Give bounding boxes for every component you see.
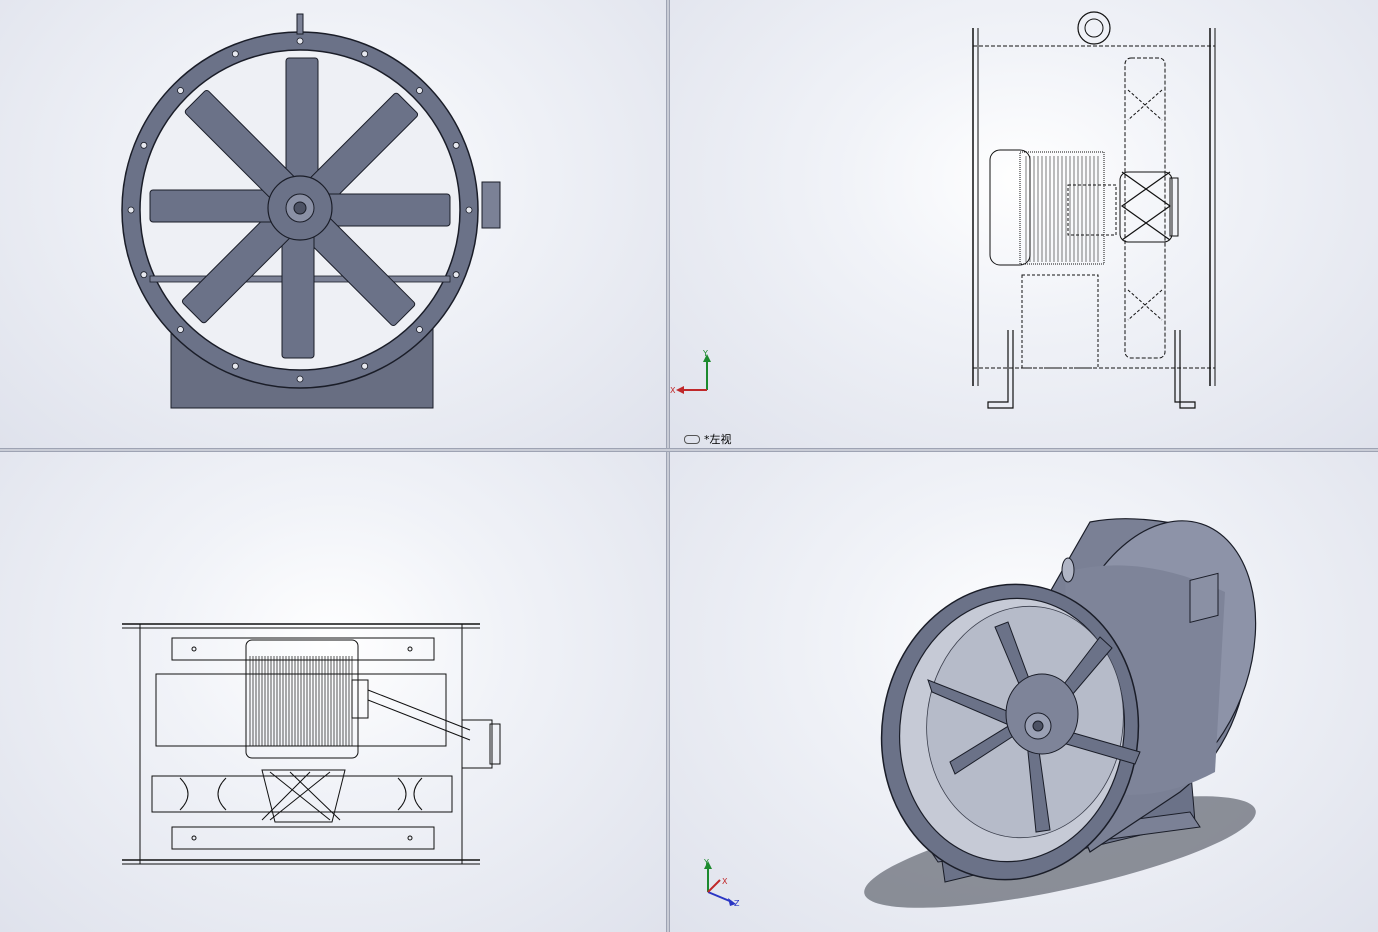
motor-body — [245, 639, 359, 759]
svg-text:X: X — [722, 877, 728, 886]
left-viewport[interactable]: Y X *左视 — [670, 0, 1378, 448]
bolt-hole — [231, 362, 239, 370]
motor-mount — [1021, 274, 1099, 369]
left-view-drawing: Y X — [670, 11, 1216, 409]
top-viewport[interactable] — [0, 452, 666, 932]
lifting-eye — [296, 13, 304, 35]
bolt-hole — [140, 141, 148, 149]
bolt-hole — [361, 362, 369, 370]
svg-text:Y: Y — [703, 858, 709, 867]
bolt-hole — [140, 271, 148, 279]
shaft — [293, 201, 307, 215]
motor-end — [989, 149, 1031, 266]
view-name-label: *左视 — [684, 431, 732, 447]
bolt-hole — [296, 375, 304, 383]
bolt-hole — [465, 206, 473, 214]
bolt-hole — [177, 326, 184, 333]
foot-left — [987, 330, 1014, 409]
bolt-hole — [416, 87, 423, 94]
front-viewport[interactable] — [0, 0, 666, 448]
front-view-drawing — [121, 13, 501, 409]
impeller-side — [1124, 57, 1166, 359]
bolt-hole — [361, 50, 369, 58]
bolt-hole — [452, 141, 460, 149]
isometric-viewport[interactable]: Y X Z — [670, 452, 1378, 932]
bolt-hole — [177, 87, 184, 94]
foot-right — [1174, 330, 1196, 409]
bolt-hole — [296, 37, 304, 45]
svg-text:Z: Z — [734, 899, 740, 908]
lifting-eye-iso — [1061, 557, 1075, 583]
junction-box-top — [461, 719, 493, 769]
lifting-ring — [1077, 11, 1111, 45]
coordinate-triad-iso: Y X Z — [703, 858, 740, 908]
isometric-view-drawing: Y X Z — [703, 518, 1257, 908]
view-name-text: *左视 — [704, 433, 732, 446]
bolt-hole — [127, 206, 135, 214]
junction-box — [481, 181, 501, 229]
lifting-ring-inner — [1084, 18, 1104, 38]
bolt-hole — [231, 50, 239, 58]
top-view-drawing — [122, 623, 501, 865]
bolt-hole — [416, 326, 423, 333]
svg-text:X: X — [670, 386, 676, 395]
link-views-icon[interactable] — [684, 434, 700, 444]
svg-text:Y: Y — [702, 349, 708, 358]
bolt-hole — [452, 271, 460, 279]
junction-box-iso — [1189, 572, 1219, 623]
coordinate-triad: Y X — [670, 349, 711, 395]
